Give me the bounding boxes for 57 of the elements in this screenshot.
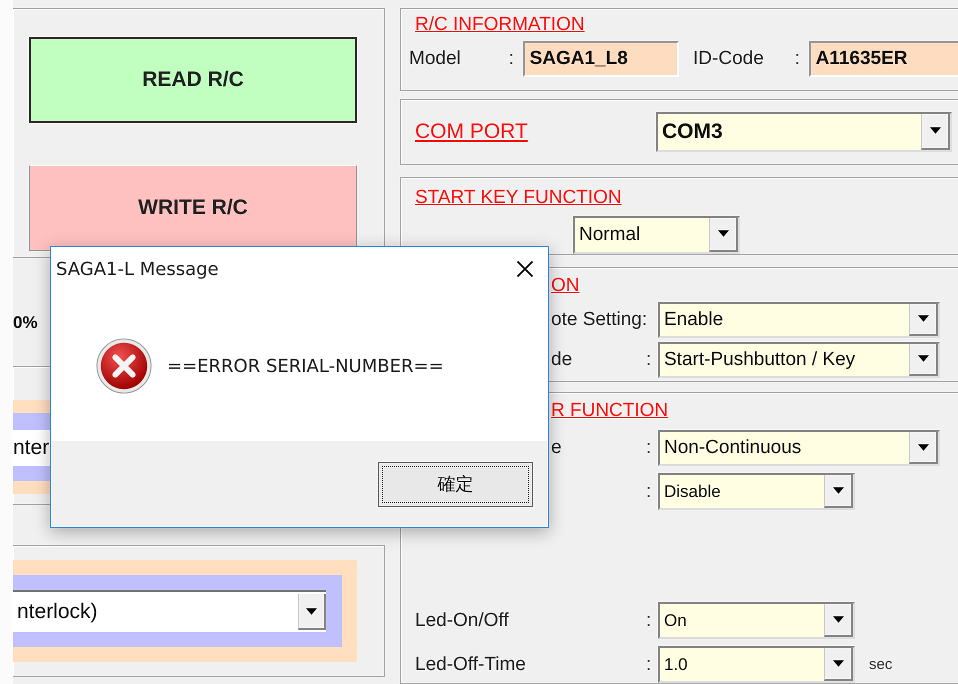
field-label: Led-On/Off (415, 610, 509, 631)
dropdown[interactable]: Start-Pushbutton / Key (658, 342, 940, 378)
dropdown[interactable]: Enable (658, 302, 940, 338)
dropdown[interactable]: On (658, 602, 855, 640)
write-button[interactable]: WRITE R/C (29, 165, 357, 251)
dropdown[interactable]: Normal (573, 216, 740, 254)
dropdown[interactable]: Non-Continuous (658, 430, 940, 466)
section-title: ON (550, 274, 580, 298)
section-title: R FUNCTION (550, 399, 670, 424)
colon: : (646, 348, 652, 371)
dropdown-arrow-button[interactable] (921, 114, 950, 150)
caret-icon (918, 355, 928, 362)
colon: : (794, 48, 801, 70)
read-button[interactable]: READ R/C (29, 37, 357, 123)
caret-icon (718, 230, 728, 238)
section-title: START KEY FUNCTION (415, 186, 623, 210)
field-label: e (551, 437, 562, 458)
dropdown[interactable]: COM3 (656, 112, 952, 152)
value-field: A11635ER (808, 41, 958, 77)
caret-icon (918, 315, 928, 322)
caret-icon (832, 616, 844, 624)
dropdown-arrow-button[interactable] (824, 604, 853, 638)
section-title: COM PORT (415, 120, 528, 144)
dropdown[interactable]: Disable (658, 473, 855, 510)
error-icon (95, 337, 153, 395)
dropdown-arrow-button[interactable] (909, 304, 938, 336)
field-label: Led-Off-Time (415, 654, 526, 675)
colon: : (646, 437, 652, 460)
close-icon (516, 260, 534, 278)
colon: : (646, 480, 652, 503)
dropdown-arrow-button[interactable] (298, 594, 326, 630)
caret-icon (832, 660, 844, 668)
error-message: ==ERROR SERIAL-NUMBER== (167, 356, 444, 376)
field-label: ote Setting: (551, 308, 648, 330)
section-title: R/C INFORMATION (415, 13, 586, 37)
field-label: ID-Code (693, 48, 765, 70)
caret-icon (918, 444, 928, 451)
value-field: SAGA1_L8 (522, 41, 680, 77)
dropdown[interactable]: nterlock) (13, 590, 326, 632)
colon: : (646, 610, 652, 632)
dropdown-arrow-button[interactable] (909, 432, 938, 464)
caret-icon (832, 487, 844, 494)
field-label: de (551, 348, 572, 370)
dropdown-arrow-button[interactable] (824, 475, 853, 508)
unit-label: sec (869, 656, 892, 674)
caret-icon (306, 608, 317, 614)
dropdown-arrow-button[interactable] (824, 648, 853, 682)
field-label: Model (409, 48, 462, 70)
colon: : (646, 654, 652, 676)
dropdown[interactable]: 1.0 (658, 646, 855, 684)
caret-icon (930, 127, 940, 134)
dropdown-arrow-button[interactable] (909, 344, 938, 376)
dialog-title: SAGA1-L Message (56, 258, 219, 280)
colon: : (508, 48, 515, 70)
dropdown-arrow-button[interactable] (709, 218, 738, 252)
progress-percent: 0% (13, 312, 38, 334)
ok-button[interactable]: 確定 (378, 462, 533, 506)
